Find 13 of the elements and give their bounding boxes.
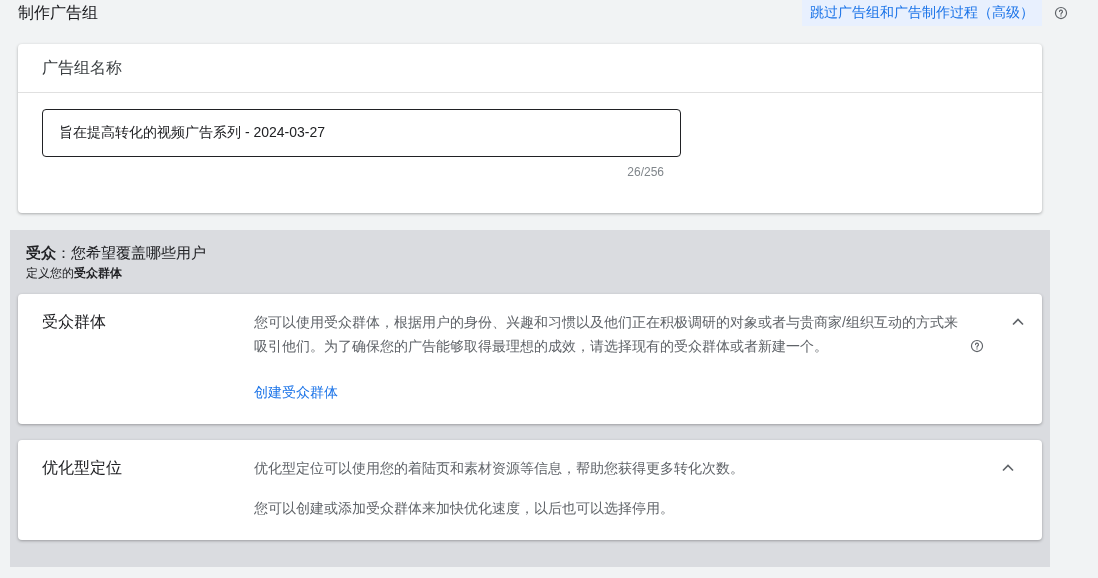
section-title: 受众：您希望覆盖哪些用户 [26, 243, 207, 263]
create-audience-link[interactable]: 创建受众群体 [254, 384, 338, 400]
section-subtitle: 定义您的受众群体 [26, 265, 123, 282]
character-counter: 26/256 [627, 164, 664, 181]
page-title: 制作广告组 [18, 3, 98, 23]
description-text: 优化型定位可以使用您的着陆页和素材资源等信息，帮助您获得更多转化次数。 [254, 459, 745, 478]
card-title: 优化型定位 [42, 458, 123, 478]
card-heading: 广告组名称 [42, 58, 122, 78]
description-text: 您可以使用受众群体，根据用户的身份、兴趣和习惯以及他们正在积极调研的对象或者与贵商家/组织互动的方式来吸引他们。为了确保您的广告能够取得最理想的成效，请选择现有的受众群体或者新建一个。 [254, 313, 959, 356]
skip-link[interactable]: 跳过广告组和广告制作过程（高级） [802, 0, 1042, 26]
description-text: 您可以创建或添加受众群体来加快优化速度，以后也可以选择停用。 [254, 499, 675, 518]
ad-group-name-field[interactable]: 旨在提高转化的视频广告系列 - 2024-03-27 [42, 109, 681, 157]
card-title: 受众群体 [42, 312, 107, 332]
